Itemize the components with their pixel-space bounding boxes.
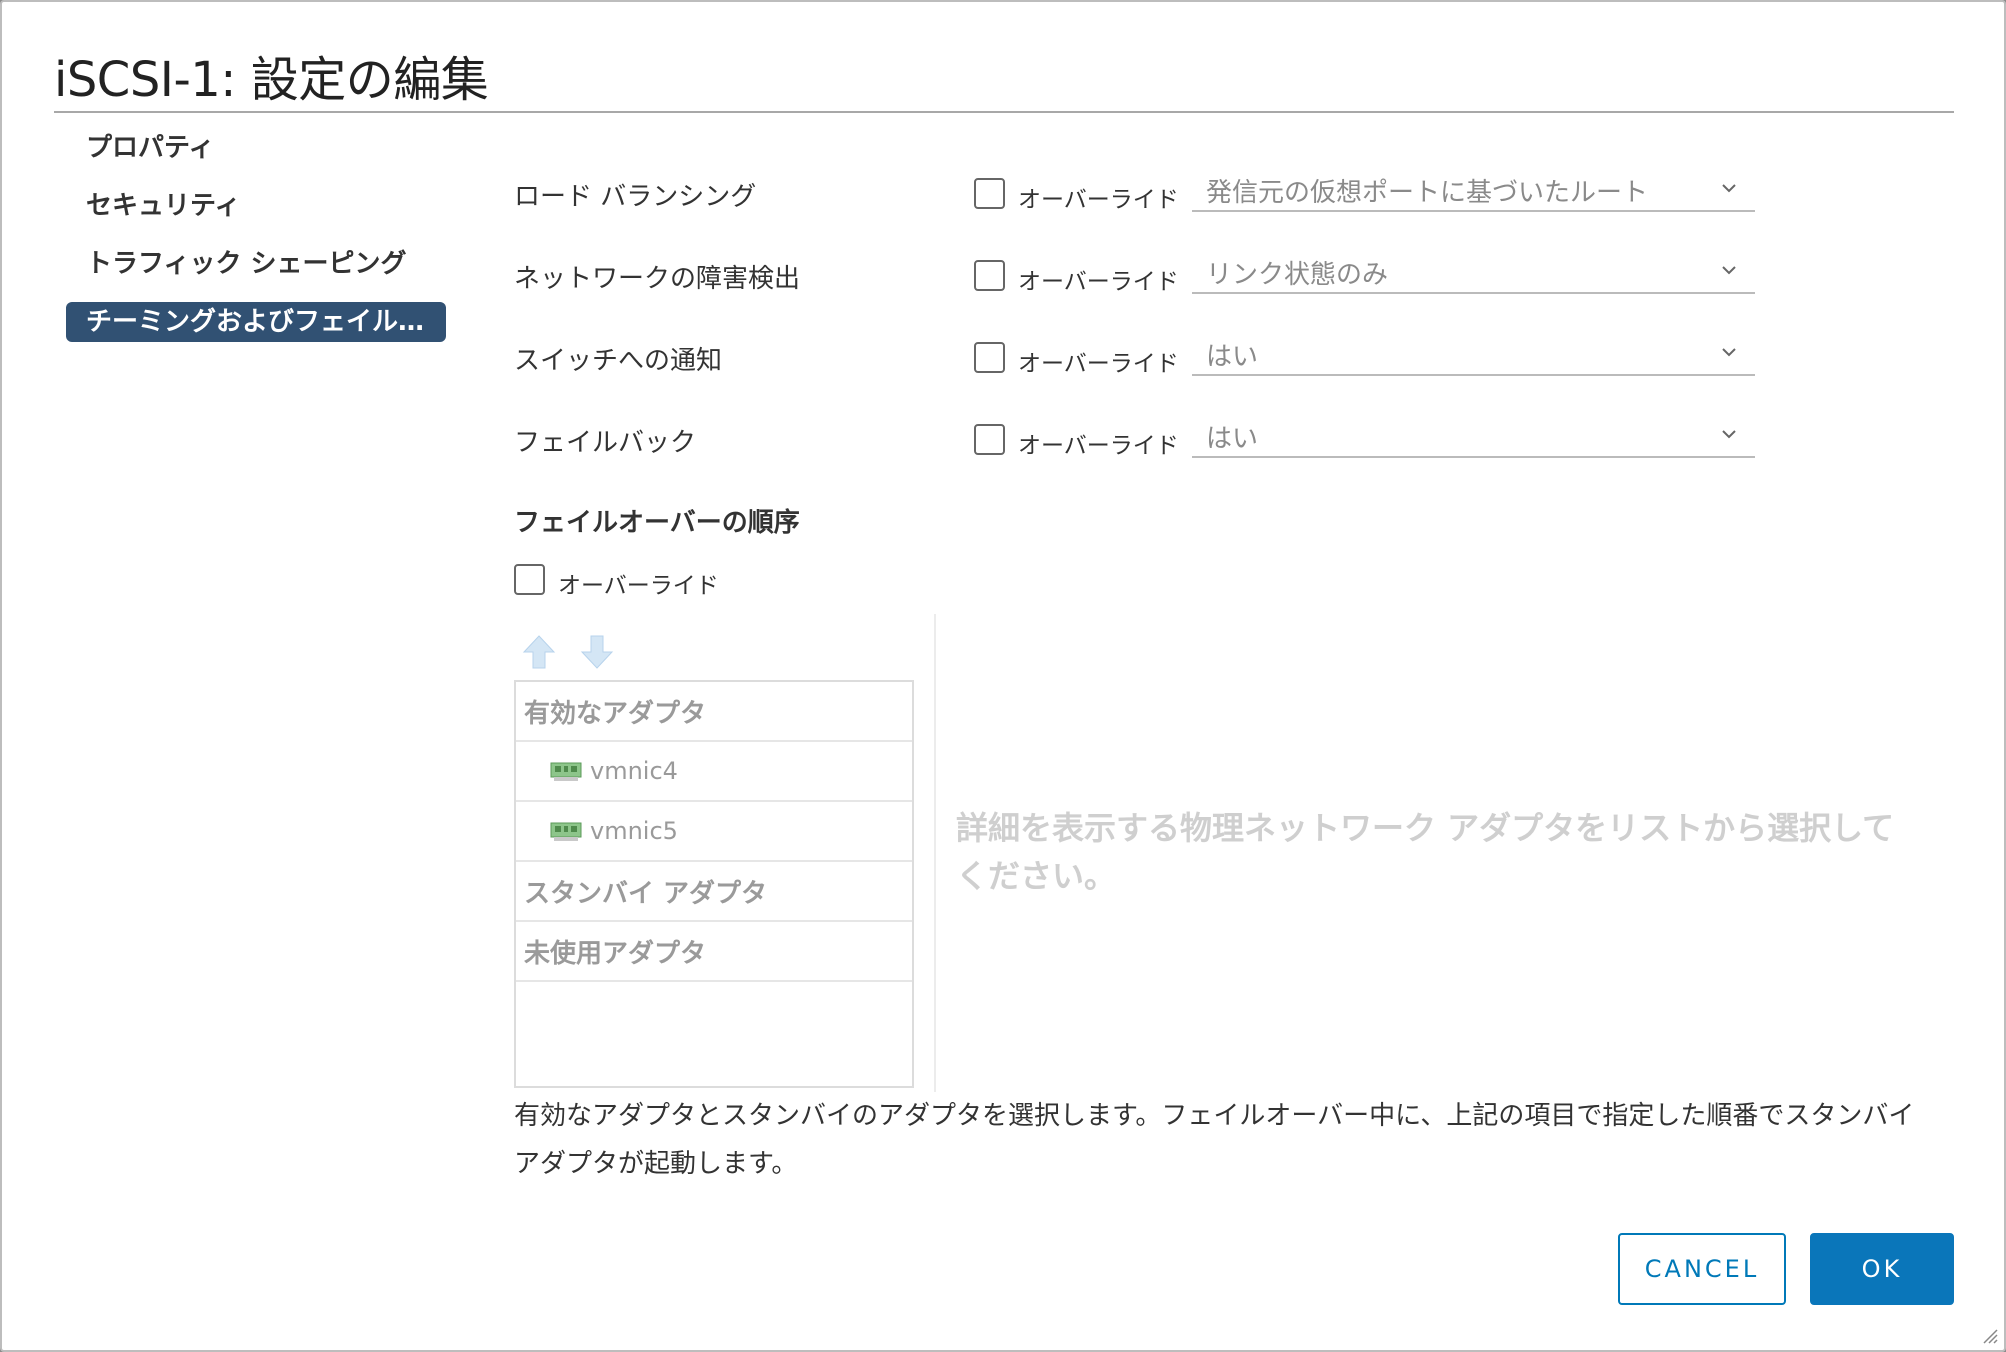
nav-item-teaming-failover[interactable]: チーミングおよびフェイルオーバー (66, 302, 446, 342)
nav-item-properties[interactable]: プロパティ (66, 128, 446, 168)
notify-switches-select[interactable]: はい (1192, 330, 1755, 376)
failover-adapter-list: 有効なアダプタ vmnic4 vmnic5 スタンバイ アダプタ 未使用アダプタ (514, 680, 914, 1088)
load-balancing-select[interactable]: 発信元の仮想ポートに基づいたルート (1192, 166, 1755, 212)
load-balancing-value: 発信元の仮想ポートに基づいたルート (1206, 178, 1649, 208)
failback-label: フェイルバック (514, 428, 697, 458)
setting-row-load-balancing: ロード バランシング オーバーライド 発信元の仮想ポートに基づいたルート (514, 174, 1755, 214)
failover-help-text: 有効なアダプタとスタンバイのアダプタを選択します。フェイルオーバー中に、上記の項… (514, 1101, 1915, 1179)
network-adapter-icon (550, 822, 582, 841)
unused-adapters-header: 未使用アダプタ (516, 922, 912, 982)
cancel-button[interactable]: CANCEL (1618, 1233, 1786, 1305)
failback-override-checkbox[interactable] (974, 424, 1005, 455)
network-failure-detection-override-label: オーバーライド (1018, 269, 1179, 295)
move-down-icon[interactable] (580, 634, 614, 670)
network-failure-detection-override-checkbox[interactable] (974, 260, 1005, 291)
list-item-vmnic5[interactable]: vmnic5 (516, 802, 912, 862)
active-adapters-header: 有効なアダプタ (516, 682, 912, 742)
ok-button[interactable]: OK (1810, 1233, 1954, 1305)
list-item-vmnic4[interactable]: vmnic4 (516, 742, 912, 802)
network-adapter-icon (550, 762, 582, 781)
network-failure-detection-select[interactable]: リンク状態のみ (1192, 248, 1755, 294)
chevron-down-icon (1722, 348, 1736, 357)
failover-order-title: フェイルオーバーの順序 (514, 508, 800, 538)
dialog-title: iSCSI-1: 設定の編集 (54, 52, 489, 108)
standby-adapters-header: スタンバイ アダプタ (516, 862, 912, 922)
move-up-icon[interactable] (522, 634, 556, 670)
notify-switches-value: はい (1206, 342, 1259, 372)
network-failure-detection-label: ネットワークの障害検出 (514, 264, 801, 294)
failback-value: はい (1206, 424, 1259, 454)
adapter-name: vmnic5 (590, 817, 678, 845)
nav-item-traffic-shaping[interactable]: トラフィック シェーピング (66, 244, 446, 284)
network-failure-detection-value: リンク状態のみ (1206, 260, 1389, 290)
notify-switches-override-checkbox[interactable] (974, 342, 1005, 373)
resize-handle-icon[interactable] (1980, 1326, 1998, 1344)
notify-switches-override-label: オーバーライド (1018, 351, 1179, 377)
notify-switches-label: スイッチへの通知 (514, 346, 723, 376)
load-balancing-override-checkbox[interactable] (974, 178, 1005, 209)
details-placeholder: 詳細を表示する物理ネットワーク アダプタをリストから選択してください。 (956, 809, 1895, 895)
details-divider (934, 614, 936, 1092)
nav-item-security[interactable]: セキュリティ (66, 186, 446, 226)
setting-row-notify-switches: スイッチへの通知 オーバーライド はい (514, 338, 1755, 378)
failback-select[interactable]: はい (1192, 412, 1755, 458)
chevron-down-icon (1722, 430, 1736, 439)
setting-row-network-failure-detection: ネットワークの障害検出 オーバーライド リンク状態のみ (514, 256, 1755, 296)
failover-order-override-checkbox[interactable] (514, 564, 545, 595)
failback-override-label: オーバーライド (1018, 433, 1179, 459)
setting-row-failback: フェイルバック オーバーライド はい (514, 420, 1755, 460)
title-divider (54, 111, 1954, 113)
edit-settings-dialog: iSCSI-1: 設定の編集 プロパティ セキュリティ トラフィック シェーピン… (0, 0, 2006, 1352)
adapter-name: vmnic4 (590, 757, 678, 785)
settings-nav: プロパティ セキュリティ トラフィック シェーピング チーミングおよびフェイルオ… (66, 128, 446, 360)
load-balancing-label: ロード バランシング (514, 182, 757, 212)
failover-order-override-label: オーバーライド (558, 573, 719, 599)
chevron-down-icon (1722, 184, 1736, 193)
chevron-down-icon (1722, 266, 1736, 275)
load-balancing-override-label: オーバーライド (1018, 187, 1179, 213)
